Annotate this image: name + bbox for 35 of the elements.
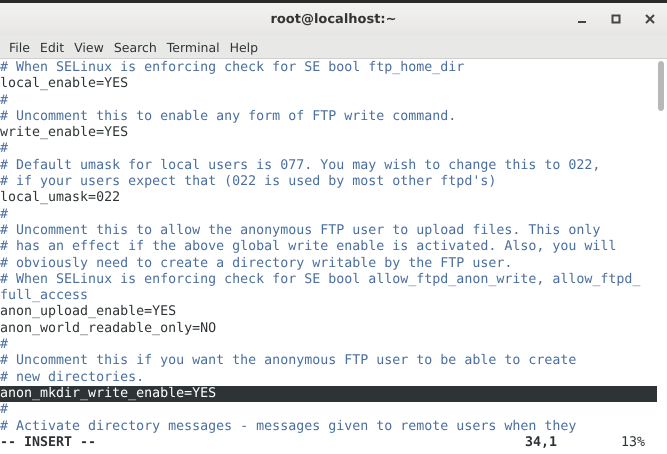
code-line: # <box>0 337 10 354</box>
code-line: full_access <box>0 288 90 304</box>
menu-item[interactable]: File <box>4 40 35 54</box>
code-line: # When SELinux is enforcing check for SE bool allow_ftpd_anon_write, allow_ftpd_ <box>0 272 642 288</box>
code-line: # Uncomment this if you want the anonymous FTP user to be able to create <box>0 353 578 370</box>
menu-item[interactable]: Edit <box>34 40 70 54</box>
menu-item[interactable]: Help <box>224 40 264 54</box>
code-line: # Activate directory messages - messages given to remote users when they <box>0 418 578 435</box>
mode-indicator: -- INSERT -- <box>0 434 98 452</box>
code-line: # <box>0 402 10 419</box>
code-line: # Uncomment this to enable any form of FTP write command. <box>0 108 458 126</box>
code-line: # When SELinux is enforcing check for SE bool ftp_home_dir <box>0 60 466 76</box>
code-line: anon_world_readable_only=NO <box>0 320 218 338</box>
scroll-percent: 13% <box>621 434 646 452</box>
maximize-icon[interactable] <box>611 14 621 24</box>
code-line: # Default umask for local users is 077. You may wish to change this to 022, <box>0 158 602 174</box>
close-icon[interactable] <box>645 14 655 24</box>
code-line: anon_upload_enable=YES <box>0 304 178 321</box>
code-line: write_enable=YES <box>0 125 130 142</box>
code-line: # new directories. <box>0 370 146 386</box>
code-line: # <box>0 141 10 158</box>
code-line: # <box>0 206 10 223</box>
cursor-position: 34,1 <box>525 434 558 452</box>
code-line: # if your users expect that (022 is used by most other ftpd's) <box>0 174 498 190</box>
code-line: # has an effect if the above global write enable is activated. Also, you will <box>0 239 618 256</box>
code-line: # <box>0 92 10 109</box>
code-line: local_umask=022 <box>0 190 122 207</box>
code-line: # Uncomment this to allow the anonymous FTP user to upload files. This only <box>0 222 602 240</box>
code-line: # obviously need to create a directory writable by the FTP user. <box>0 256 514 272</box>
code-line: local_enable=YES <box>0 76 130 93</box>
scrollbar-thumb[interactable] <box>658 61 664 111</box>
menu-item[interactable]: Terminal <box>162 40 225 54</box>
window-title: root@localhost:~ <box>270 12 397 27</box>
menu-item[interactable]: View <box>69 40 109 54</box>
menu-item[interactable]: Search <box>108 40 162 54</box>
